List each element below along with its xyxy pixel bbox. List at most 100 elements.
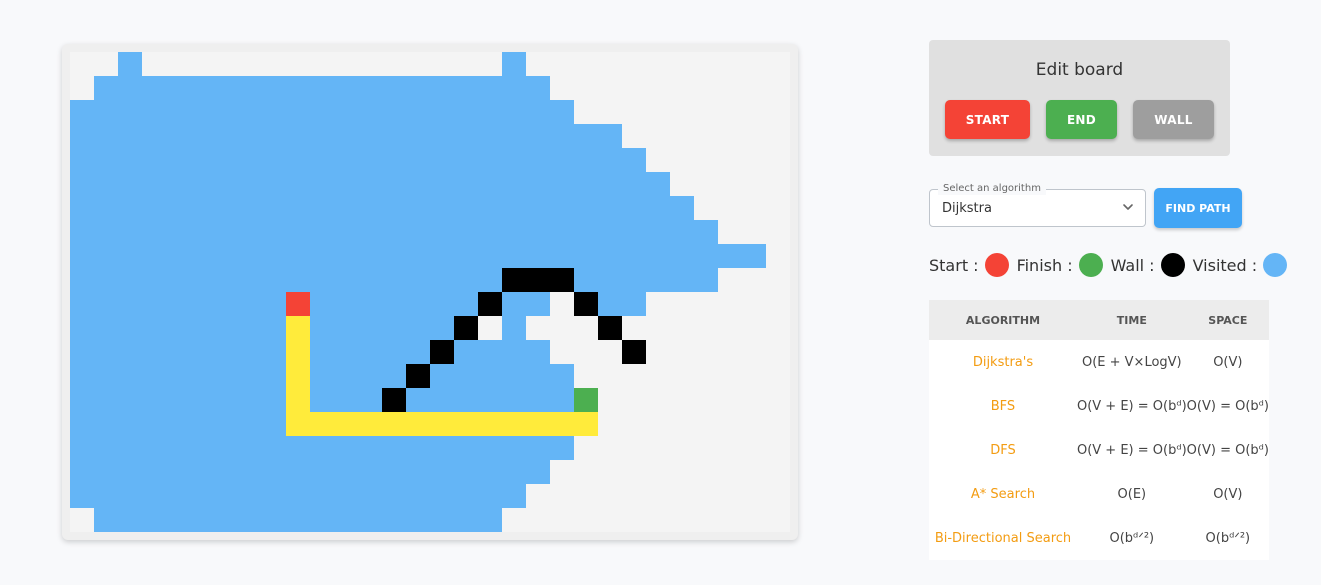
grid-cell-visited[interactable] — [190, 340, 215, 365]
grid-cell-empty[interactable] — [622, 412, 647, 437]
grid-cell-visited[interactable] — [310, 268, 335, 293]
grid-cell-visited[interactable] — [406, 172, 431, 197]
grid-cell-visited[interactable] — [166, 364, 191, 389]
grid-cell-visited[interactable] — [262, 76, 287, 101]
grid-cell-empty[interactable] — [574, 484, 599, 509]
grid-cell-empty[interactable] — [694, 388, 719, 413]
grid-cell-visited[interactable] — [118, 388, 143, 413]
grid-cell-visited[interactable] — [190, 292, 215, 317]
grid-cell-visited[interactable] — [190, 268, 215, 293]
grid-cell-visited[interactable] — [142, 220, 167, 245]
grid-cell-visited[interactable] — [478, 100, 503, 125]
grid-cell-visited[interactable] — [238, 268, 263, 293]
grid-cell-empty[interactable] — [694, 76, 719, 101]
grid-cell-visited[interactable] — [94, 76, 119, 101]
grid-cell-visited[interactable] — [286, 172, 311, 197]
grid-cell-visited[interactable] — [502, 340, 527, 365]
grid-cell-visited[interactable] — [166, 76, 191, 101]
grid-cell-empty[interactable] — [742, 100, 767, 125]
grid-cell-empty[interactable] — [646, 484, 671, 509]
grid-cell-empty[interactable] — [766, 292, 790, 317]
grid-cell-visited[interactable] — [70, 148, 95, 173]
grid-cell-visited[interactable] — [622, 148, 647, 173]
grid-cell-visited[interactable] — [190, 124, 215, 149]
grid-cell-visited[interactable] — [454, 220, 479, 245]
grid-cell-visited[interactable] — [478, 484, 503, 509]
grid-cell-visited[interactable] — [454, 508, 479, 532]
grid-cell-visited[interactable] — [310, 196, 335, 221]
grid-cell-empty[interactable] — [622, 124, 647, 149]
grid-cell-visited[interactable] — [430, 388, 455, 413]
grid-cell-visited[interactable] — [406, 436, 431, 461]
grid-cell-visited[interactable] — [502, 436, 527, 461]
grid-cell-visited[interactable] — [190, 436, 215, 461]
grid-cell-visited[interactable] — [526, 76, 551, 101]
grid-cell-visited[interactable] — [166, 292, 191, 317]
grid-cell-visited[interactable] — [286, 508, 311, 532]
grid-cell-visited[interactable] — [70, 196, 95, 221]
grid-board[interactable] — [70, 52, 790, 532]
grid-cell-visited[interactable] — [430, 172, 455, 197]
grid-cell-visited[interactable] — [94, 172, 119, 197]
grid-cell-wall[interactable] — [622, 340, 647, 365]
grid-cell-empty[interactable] — [550, 460, 575, 485]
grid-cell-visited[interactable] — [214, 340, 239, 365]
grid-cell-empty[interactable] — [550, 292, 575, 317]
grid-cell-visited[interactable] — [238, 316, 263, 341]
grid-cell-visited[interactable] — [190, 388, 215, 413]
grid-cell-visited[interactable] — [334, 100, 359, 125]
grid-cell-visited[interactable] — [94, 100, 119, 125]
grid-cell-empty[interactable] — [646, 148, 671, 173]
grid-cell-visited[interactable] — [94, 124, 119, 149]
grid-cell-path[interactable] — [382, 412, 407, 437]
grid-cell-visited[interactable] — [310, 292, 335, 317]
grid-cell-visited[interactable] — [454, 388, 479, 413]
grid-cell-visited[interactable] — [94, 508, 119, 532]
grid-cell-empty[interactable] — [718, 484, 743, 509]
grid-cell-visited[interactable] — [574, 172, 599, 197]
grid-cell-visited[interactable] — [310, 340, 335, 365]
grid-cell-visited[interactable] — [214, 268, 239, 293]
grid-cell-visited[interactable] — [502, 244, 527, 269]
grid-cell-empty[interactable] — [190, 52, 215, 77]
grid-cell-visited[interactable] — [262, 436, 287, 461]
grid-cell-visited[interactable] — [118, 292, 143, 317]
grid-cell-wall[interactable] — [574, 292, 599, 317]
grid-cell-visited[interactable] — [94, 244, 119, 269]
grid-cell-visited[interactable] — [70, 292, 95, 317]
grid-cell-visited[interactable] — [334, 220, 359, 245]
grid-cell-empty[interactable] — [646, 364, 671, 389]
grid-cell-visited[interactable] — [70, 316, 95, 341]
grid-cell-visited[interactable] — [238, 364, 263, 389]
grid-cell-empty[interactable] — [742, 76, 767, 101]
grid-cell-empty[interactable] — [694, 52, 719, 77]
grid-cell-visited[interactable] — [694, 268, 719, 293]
grid-cell-visited[interactable] — [94, 268, 119, 293]
grid-cell-visited[interactable] — [70, 268, 95, 293]
grid-cell-empty[interactable] — [766, 52, 790, 77]
grid-cell-visited[interactable] — [598, 124, 623, 149]
grid-cell-visited[interactable] — [478, 388, 503, 413]
grid-cell-visited[interactable] — [286, 148, 311, 173]
grid-cell-visited[interactable] — [238, 340, 263, 365]
grid-cell-visited[interactable] — [670, 268, 695, 293]
grid-cell-visited[interactable] — [190, 196, 215, 221]
start-button[interactable]: START — [945, 100, 1030, 139]
grid-cell-empty[interactable] — [742, 364, 767, 389]
grid-cell-visited[interactable] — [94, 460, 119, 485]
grid-cell-visited[interactable] — [598, 220, 623, 245]
grid-cell-visited[interactable] — [670, 220, 695, 245]
grid-cell-empty[interactable] — [694, 412, 719, 437]
grid-cell-visited[interactable] — [118, 244, 143, 269]
grid-cell-visited[interactable] — [262, 460, 287, 485]
grid-cell-wall[interactable] — [382, 388, 407, 413]
grid-cell-empty[interactable] — [622, 100, 647, 125]
grid-cell-empty[interactable] — [646, 508, 671, 532]
grid-cell-empty[interactable] — [478, 316, 503, 341]
grid-cell-visited[interactable] — [262, 412, 287, 437]
grid-cell-visited[interactable] — [310, 508, 335, 532]
grid-cell-empty[interactable] — [694, 100, 719, 125]
grid-cell-visited[interactable] — [334, 316, 359, 341]
grid-cell-visited[interactable] — [502, 220, 527, 245]
grid-cell-path[interactable] — [286, 316, 311, 341]
